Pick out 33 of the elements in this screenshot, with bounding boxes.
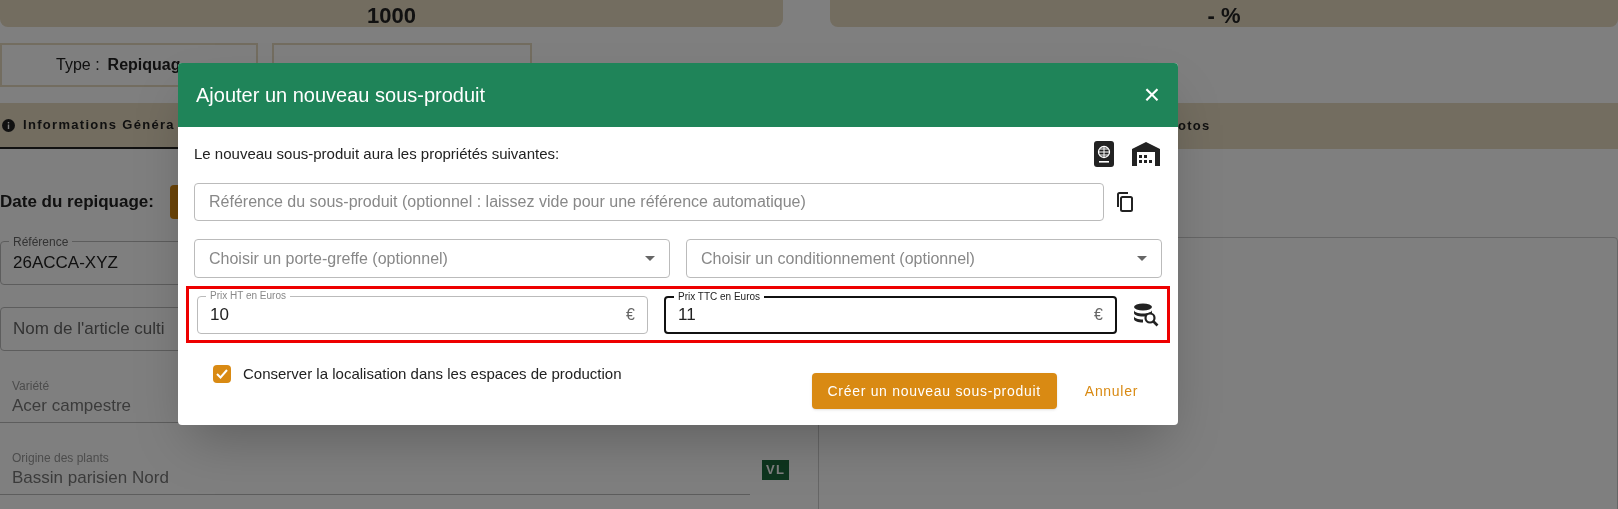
caret-icon xyxy=(1137,256,1147,261)
type-label: Type : xyxy=(56,55,100,75)
dialog-intro: Le nouveau sous-produit aura les propriétés suivantes: xyxy=(194,143,560,164)
dialog-title: Ajouter un nouveau sous-produit xyxy=(196,83,486,108)
origin-badge: VL xyxy=(762,460,790,480)
field-value: 26ACCA-XYZ xyxy=(13,252,118,275)
warehouse-icon[interactable] xyxy=(1132,142,1160,166)
checkbox-label: Conserver la localisation dans les espaces de production xyxy=(243,364,622,384)
tab[interactable]: otos xyxy=(1178,103,1211,149)
type-value: Repiquag xyxy=(107,55,181,75)
create-button[interactable]: Créer un nouveau sous-produit xyxy=(811,373,1057,409)
passport-icon[interactable] xyxy=(1094,141,1114,167)
checkbox[interactable] xyxy=(213,365,231,384)
stat-card: 1000 xyxy=(0,0,783,27)
caret-icon xyxy=(645,256,655,261)
field-value: Bassin parisien Nord xyxy=(12,466,170,489)
date-label: Date du repiquage: xyxy=(0,191,154,214)
field-value: 10 xyxy=(210,303,230,326)
stat-card: - % xyxy=(830,0,1618,27)
close-button[interactable]: × xyxy=(1143,81,1160,109)
euro-unit: € xyxy=(626,304,635,325)
copy-icon[interactable] xyxy=(1116,192,1134,212)
database-search-icon[interactable] xyxy=(1133,302,1159,327)
field-value: Acer campestre xyxy=(12,394,133,417)
check-icon xyxy=(216,369,228,380)
reference-field[interactable]: Référence du sous-produit (optionnel : laissez vide pour une référence automatique) xyxy=(194,183,1104,221)
info-icon xyxy=(2,118,15,132)
select-field[interactable]: Choisir un porte-greffe (optionnel) xyxy=(194,239,670,278)
euro-unit: € xyxy=(1094,304,1103,325)
field-value: 11 xyxy=(678,303,697,326)
cancel-button[interactable]: Annuler xyxy=(1068,373,1154,409)
field-placeholder: Nom de l'article culti xyxy=(13,318,165,341)
select-field[interactable]: Choisir un conditionnement (optionnel) xyxy=(686,239,1162,278)
